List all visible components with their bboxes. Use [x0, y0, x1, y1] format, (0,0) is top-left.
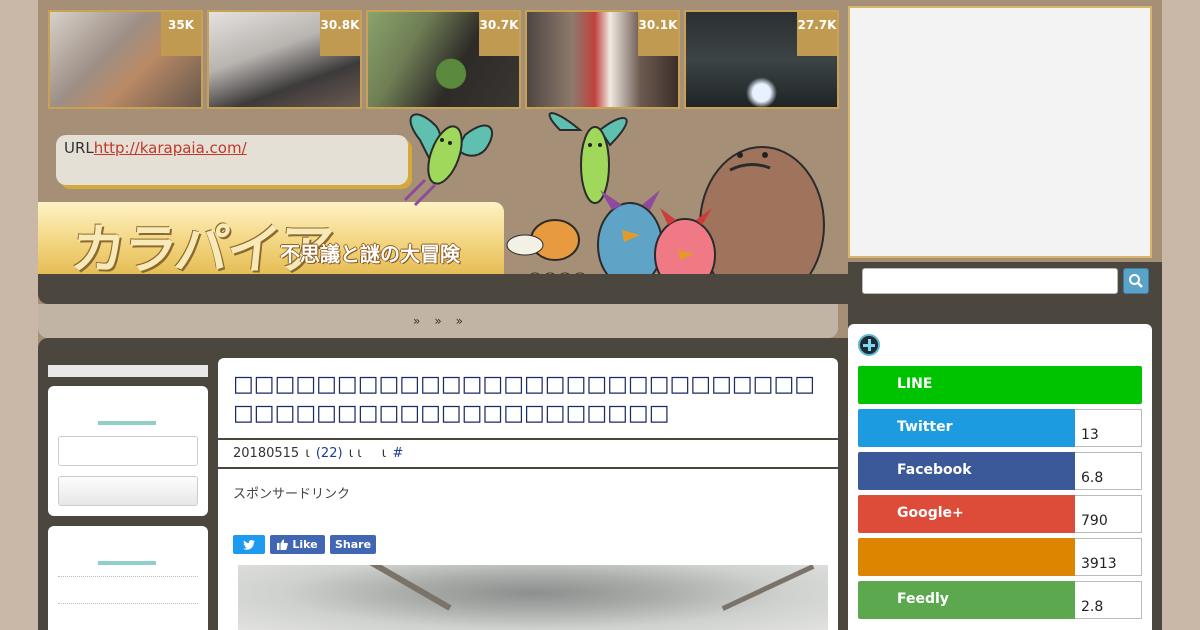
header-bottom-bar [38, 274, 848, 304]
image-detail [344, 565, 452, 611]
thumbs-up-icon [277, 539, 289, 550]
thumb-count: 30.8K [320, 12, 360, 56]
thumb-count: 30.7K [479, 12, 519, 56]
breadcrumb-nav: » » » [38, 304, 838, 338]
social-label: Twitter [858, 409, 1075, 447]
ad-slot [848, 6, 1152, 258]
meta-separator: ι ι [348, 446, 362, 461]
permalink-hash[interactable]: # [392, 446, 403, 461]
thumb-count: 35K [161, 12, 201, 56]
share-label: Share [334, 538, 372, 551]
social-twitter[interactable]: Twitter 13 [858, 409, 1142, 447]
sidebar-search-input[interactable] [58, 436, 198, 466]
article-meta: 20180515 ι (22) ι ι ι # [218, 438, 838, 469]
social-count: 6.8 [1075, 452, 1142, 490]
search-input[interactable] [862, 268, 1118, 294]
article-share-row: Like Share [233, 535, 376, 554]
social-count: 790 [1075, 495, 1142, 533]
nav-item[interactable]: » [434, 314, 441, 328]
url-prefix: URL [64, 139, 94, 157]
thumb-1[interactable]: 35K [48, 10, 203, 109]
social-count: 3913 [1075, 538, 1142, 576]
facebook-share-button[interactable]: Share [330, 535, 376, 554]
nav-item[interactable]: » [456, 314, 463, 328]
left-list-widget [48, 526, 208, 630]
social-label: Google+ [858, 495, 1075, 533]
facebook-like-button[interactable]: Like [270, 535, 325, 554]
social-label [858, 538, 1075, 576]
list-divider [58, 576, 198, 577]
social-label: LINE [858, 366, 1142, 404]
comment-count-link[interactable]: (22) [316, 446, 343, 461]
social-label: Feedly [858, 581, 1075, 619]
like-label: Like [292, 538, 318, 551]
social-count: 2.8 [1075, 581, 1142, 619]
search-icon [1129, 274, 1143, 288]
article-title[interactable]: □□□□□□□□□□□□□□□□□□□□□□□□□□□□□□□□□□□□□□□□… [233, 370, 823, 428]
social-label: Facebook [858, 452, 1075, 490]
meta-separator: ι [305, 446, 310, 461]
plus-icon[interactable] [858, 334, 880, 356]
thumb-count: 30.1K [638, 12, 678, 56]
social-facebook[interactable]: Facebook 6.8 [858, 452, 1142, 490]
nav-item[interactable]: » [413, 314, 420, 328]
thumb-5[interactable]: 27.7K [684, 10, 839, 109]
sponsored-link-label: スポンサードリンク [233, 487, 351, 502]
thumb-4[interactable]: 30.1K [525, 10, 680, 109]
list-divider [58, 603, 198, 604]
site-tagline: 不思議と謎の大冒険 [280, 242, 460, 266]
widget-accent-line [98, 421, 156, 425]
popular-thumbs: 35K 30.8K 30.7K 30.1K 27.7K [48, 10, 840, 109]
thumb-2[interactable]: 30.8K [207, 10, 362, 109]
social-count: 13 [1075, 409, 1142, 447]
left-search-widget [48, 386, 208, 516]
article-date: 20180515 [233, 446, 300, 461]
social-line[interactable]: LINE [858, 366, 1142, 404]
search-button[interactable] [1123, 268, 1149, 294]
image-detail [721, 565, 815, 611]
tweet-button[interactable] [233, 535, 265, 554]
thumb-3[interactable]: 30.7K [366, 10, 521, 109]
widget-accent-line [98, 561, 156, 565]
social-feedly[interactable]: Feedly 2.8 [858, 581, 1142, 619]
mascot-characters-illustration [506, 112, 825, 300]
social-googleplus[interactable]: Google+ 790 [858, 495, 1142, 533]
meta-separator: ι [381, 446, 387, 461]
twitter-bird-icon [243, 539, 255, 550]
thumb-count: 27.7K [797, 12, 837, 56]
article-card: □□□□□□□□□□□□□□□□□□□□□□□□□□□□□□□□□□□□□□□□… [218, 358, 838, 630]
sidebar-search-button[interactable] [58, 476, 198, 506]
article-hero-image [238, 565, 828, 630]
butterfly-character-illustration [403, 113, 494, 207]
site-url-link[interactable]: http://karapaia.com/ [94, 139, 247, 157]
social-hatena[interactable]: 3913 [858, 538, 1142, 576]
url-bubble: URLhttp://karapaia.com/ [56, 135, 408, 185]
left-sidebar-header [48, 365, 208, 377]
